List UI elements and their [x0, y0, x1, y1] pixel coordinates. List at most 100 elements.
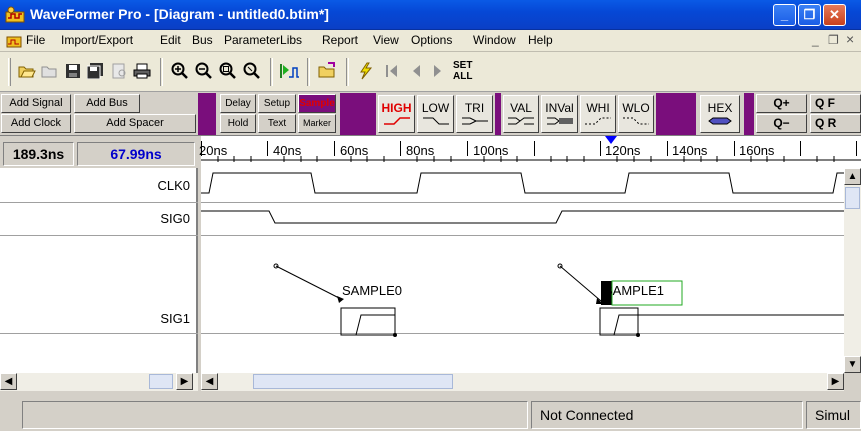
print-preview-icon[interactable]	[109, 61, 129, 81]
add-clock-button[interactable]: Add Clock	[1, 114, 71, 133]
hex-button[interactable]: HEX	[700, 95, 740, 133]
cursor-time-display: 189.3ns	[3, 142, 74, 166]
mdi-close-button[interactable]: ×	[846, 31, 854, 47]
waveform-scroll-thumb[interactable]	[253, 374, 453, 389]
signal-name-clk0[interactable]: CLK0	[157, 178, 190, 193]
scroll-up-icon[interactable]: ▲	[844, 168, 861, 185]
zoom-range-icon[interactable]	[242, 61, 262, 81]
time-ruler[interactable]: 20ns 40ns 60ns 80ns 100ns 120ns 140ns 16…	[199, 136, 861, 168]
close-file-icon[interactable]	[40, 61, 60, 81]
scroll-right-icon[interactable]: ▶	[827, 373, 844, 390]
menu-report[interactable]: Report	[322, 33, 358, 47]
zoom-out-button[interactable]: Q−	[756, 114, 807, 133]
sample-button[interactable]: Sample	[298, 94, 336, 113]
val-label: VAL	[510, 101, 532, 115]
zoom-in-button[interactable]: Q+	[756, 94, 807, 113]
save-all-icon[interactable]	[86, 61, 106, 81]
close-button[interactable]: ✕	[823, 4, 846, 26]
waveform-horizontal-scrollbar[interactable]: ◀ ▶	[201, 373, 844, 391]
val-waveform-icon	[508, 117, 534, 125]
sample0-arrow	[275, 265, 342, 300]
wlo-button[interactable]: WLO	[618, 95, 654, 133]
menu-options[interactable]: Options	[411, 33, 452, 47]
toolbar-separator	[160, 58, 163, 86]
names-scroll-thumb[interactable]	[149, 374, 173, 389]
app-icon[interactable]	[5, 6, 25, 24]
menu-bar: File Import/Export Edit Bus ParameterLib…	[0, 30, 861, 52]
marker-button[interactable]: Marker	[298, 114, 336, 133]
scroll-right-icon[interactable]: ▶	[176, 373, 193, 390]
minimize-button[interactable]: _	[773, 4, 796, 26]
mdi-restore-button[interactable]: ❐	[828, 33, 839, 47]
mdi-minimize-button[interactable]: _	[812, 33, 819, 47]
sig1-waveform-segment	[341, 314, 395, 336]
zoom-full-button[interactable]: Q F	[810, 94, 861, 113]
sample0-box	[340, 307, 396, 336]
ruler-ticks	[201, 136, 861, 162]
menu-file[interactable]: File	[26, 33, 45, 47]
step-forward-icon[interactable]	[428, 61, 448, 81]
val-button[interactable]: VAL	[503, 95, 539, 133]
tri-button[interactable]: TRI	[456, 95, 493, 133]
scroll-down-icon[interactable]: ▼	[844, 356, 861, 373]
zoom-in-icon[interactable]	[170, 61, 190, 81]
menu-import-export[interactable]: Import/Export	[61, 33, 133, 47]
document-icon[interactable]	[6, 33, 22, 49]
inval-button[interactable]: INVal	[541, 95, 578, 133]
menu-help[interactable]: Help	[528, 33, 553, 47]
sample1-arrow	[559, 265, 602, 302]
toolbar-separator	[307, 58, 310, 86]
inval-waveform-icon	[546, 117, 573, 125]
menu-edit[interactable]: Edit	[160, 33, 181, 47]
zoom-full-icon[interactable]	[218, 61, 238, 81]
signal-name-sig0[interactable]: SIG0	[160, 211, 190, 226]
vertical-scroll-thumb[interactable]	[845, 187, 860, 209]
save-icon[interactable]	[63, 61, 83, 81]
menu-parameterlibs[interactable]: ParameterLibs	[224, 33, 302, 47]
low-button[interactable]: LOW	[417, 95, 454, 133]
high-button[interactable]: HIGH	[378, 95, 415, 133]
add-signal-button[interactable]: Add Signal	[1, 94, 71, 113]
whi-button[interactable]: WHI	[580, 95, 616, 133]
add-bus-button[interactable]: Add Bus	[74, 94, 140, 113]
set-all-button[interactable]: SET ALL	[453, 60, 472, 82]
simulation-status: Simul	[806, 401, 861, 429]
names-horizontal-scrollbar[interactable]: ◀ ▶	[0, 373, 198, 391]
menu-window[interactable]: Window	[473, 33, 516, 47]
scroll-left-icon[interactable]: ◀	[201, 373, 218, 390]
lightning-icon[interactable]	[356, 61, 376, 81]
hold-button[interactable]: Hold	[220, 114, 256, 133]
text-button[interactable]: Text	[258, 114, 296, 133]
vertical-scrollbar[interactable]: ▲ ▼	[844, 168, 861, 373]
low-label: LOW	[421, 101, 450, 115]
tri-waveform-icon	[461, 117, 488, 125]
waveform-panel[interactable]: SAMPLE0 SAMPLE1	[201, 168, 844, 373]
signal-name-sig1[interactable]: SIG1	[160, 311, 190, 326]
toolbar-divider	[495, 93, 501, 135]
setup-button[interactable]: Setup	[258, 94, 296, 113]
step-back-icon[interactable]	[406, 61, 426, 81]
simulate-icon[interactable]	[279, 61, 299, 81]
print-icon[interactable]	[132, 61, 152, 81]
toolbar-separator	[270, 58, 273, 86]
add-spacer-button[interactable]: Add Spacer	[74, 114, 196, 133]
sample1-label[interactable]: SAMPLE1	[604, 283, 664, 298]
maximize-button[interactable]: ❐	[798, 4, 821, 26]
sample0-label[interactable]: SAMPLE0	[342, 283, 402, 298]
zoom-range-button[interactable]: Q R	[810, 114, 861, 133]
delay-button[interactable]: Delay	[220, 94, 256, 113]
whi-label: WHI	[586, 101, 610, 115]
menu-view[interactable]: View	[373, 33, 399, 47]
wlo-waveform-icon	[623, 117, 649, 125]
open-folder-icon[interactable]	[17, 61, 37, 81]
skip-to-start-icon[interactable]	[382, 61, 402, 81]
scroll-left-icon[interactable]: ◀	[0, 373, 17, 390]
zoom-out-icon[interactable]	[194, 61, 214, 81]
waveform-canvas	[201, 172, 844, 337]
menu-bus[interactable]: Bus	[192, 33, 213, 47]
open-project-icon[interactable]	[318, 61, 338, 81]
whi-waveform-icon	[585, 117, 611, 125]
tri-label: TRI	[464, 101, 485, 115]
signal-toolbar: Add Signal Add Bus Add Clock Add Spacer …	[0, 92, 861, 136]
status-message	[22, 401, 528, 429]
